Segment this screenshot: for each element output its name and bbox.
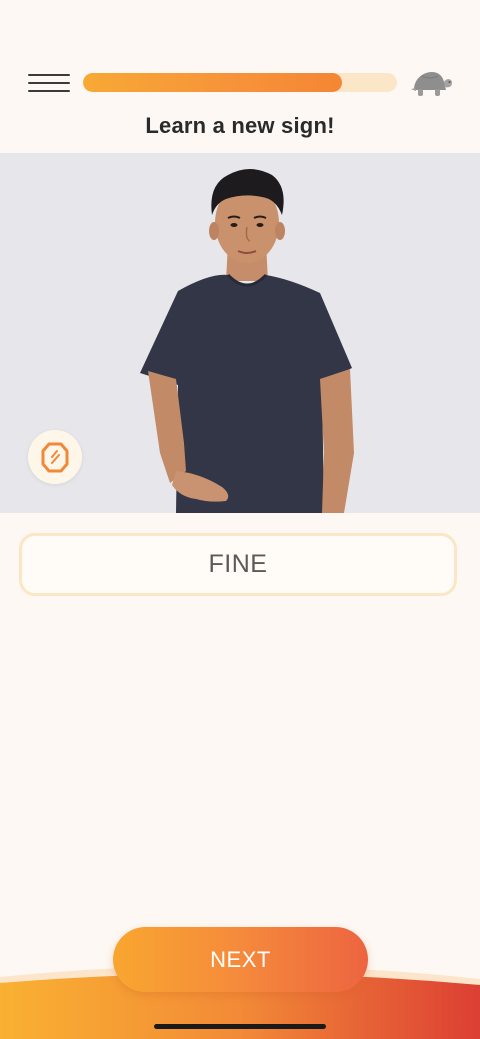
header: Learn a new sign! (0, 0, 480, 153)
home-indicator (154, 1024, 326, 1029)
lesson-progress-fill (83, 73, 343, 92)
mirror-icon[interactable] (28, 430, 82, 484)
sign-video[interactable] (0, 153, 480, 513)
next-button[interactable]: NEXT (113, 927, 368, 992)
turtle-icon[interactable] (408, 68, 454, 100)
hamburger-menu-icon[interactable] (28, 72, 70, 96)
answer-word: FINE (208, 550, 268, 578)
page-title: Learn a new sign! (145, 113, 335, 138)
answer-word-box: FINE (19, 533, 457, 596)
lesson-progress-bar (83, 73, 397, 92)
